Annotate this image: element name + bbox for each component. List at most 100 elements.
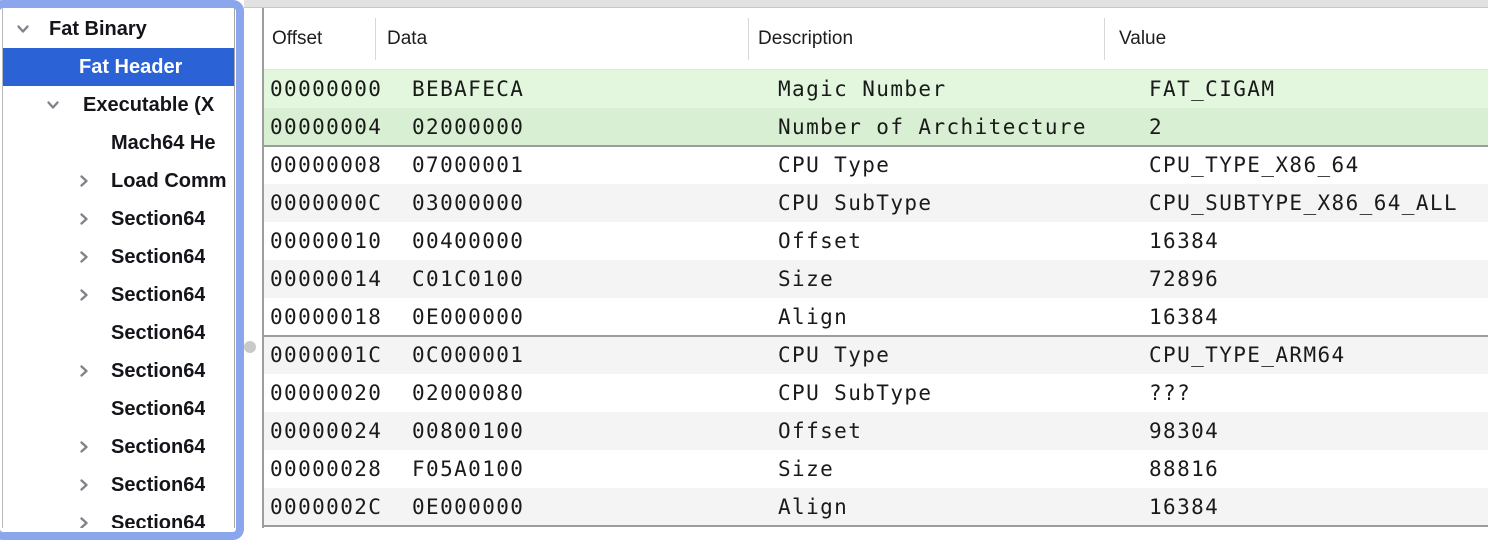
cell-data: BEBAFECA bbox=[383, 77, 768, 101]
cell-offset: 00000020 bbox=[264, 381, 383, 405]
cell-description: CPU SubType bbox=[768, 381, 1134, 405]
cell-value: 16384 bbox=[1134, 495, 1488, 519]
tree-item-label: Section64 bbox=[111, 284, 205, 307]
cell-value: 2 bbox=[1134, 115, 1488, 139]
cell-value: ??? bbox=[1134, 381, 1488, 405]
cell-offset: 00000010 bbox=[264, 229, 383, 253]
chevron-right-icon[interactable] bbox=[76, 249, 92, 265]
table-row[interactable]: 0000000402000000Number of Architecture2 bbox=[264, 108, 1488, 146]
table-row[interactable]: 00000028F05A0100Size88816 bbox=[264, 450, 1488, 488]
chevron-right-icon[interactable] bbox=[76, 477, 92, 493]
chevron-right-icon[interactable] bbox=[76, 173, 92, 189]
tree-item-fat-binary[interactable]: Fat Binary bbox=[3, 10, 234, 48]
cell-value: CPU_TYPE_ARM64 bbox=[1134, 343, 1488, 367]
cell-data: 02000080 bbox=[383, 381, 768, 405]
outline-tree: Fat Binary Fat Header Executable (X Mach64 … bbox=[3, 8, 234, 528]
table-row[interactable]: 0000002C0E000000Align16384 bbox=[264, 488, 1488, 526]
tree-item-mach64-he[interactable]: Mach64 He bbox=[3, 124, 234, 162]
cell-offset: 0000002C bbox=[264, 495, 383, 519]
tree-item-label: Section64 bbox=[111, 398, 205, 421]
table-top-strip bbox=[244, 0, 1488, 8]
table-row[interactable]: 00000000BEBAFECAMagic NumberFAT_CIGAM bbox=[264, 70, 1488, 108]
cell-value: 72896 bbox=[1134, 267, 1488, 291]
tree-item-label: Load Comm bbox=[111, 170, 227, 193]
column-header-description[interactable]: Description bbox=[748, 8, 1104, 69]
chevron-right-icon[interactable] bbox=[76, 287, 92, 303]
group-separator bbox=[264, 145, 1488, 147]
tree-item-label: Section64 bbox=[111, 208, 205, 231]
tree-item-label: Section64 bbox=[111, 436, 205, 459]
tree-item-label: Fat Header bbox=[79, 56, 182, 79]
cell-offset: 00000028 bbox=[264, 457, 383, 481]
tree-item-label: Executable (X bbox=[83, 94, 214, 117]
tree-item-section64[interactable]: Section64 bbox=[3, 504, 234, 528]
cell-data: 0C000001 bbox=[383, 343, 768, 367]
cell-description: CPU Type bbox=[768, 153, 1134, 177]
table-body: 00000000BEBAFECAMagic NumberFAT_CIGAM000… bbox=[264, 70, 1488, 527]
chevron-right-icon[interactable] bbox=[76, 363, 92, 379]
chevron-down-icon[interactable] bbox=[15, 21, 31, 37]
chevron-right-icon[interactable] bbox=[76, 515, 92, 528]
cell-offset: 00000008 bbox=[264, 153, 383, 177]
outline-sidebar: Fat Binary Fat Header Executable (X Mach64 … bbox=[2, 8, 235, 528]
tree-item-section64[interactable]: Section64 bbox=[3, 238, 234, 276]
table-row[interactable]: 0000000807000001CPU TypeCPU_TYPE_X86_64 bbox=[264, 146, 1488, 184]
cell-description: Size bbox=[768, 267, 1134, 291]
cell-data: 0E000000 bbox=[383, 305, 768, 329]
table-row[interactable]: 0000002400800100Offset98304 bbox=[264, 412, 1488, 450]
column-header-value[interactable]: Value bbox=[1104, 8, 1488, 69]
tree-item-section64[interactable]: Section64 bbox=[3, 352, 234, 390]
cell-offset: 00000018 bbox=[264, 305, 383, 329]
cell-data: 02000000 bbox=[383, 115, 768, 139]
tree-item-label: Section64 bbox=[111, 360, 205, 383]
cell-value: 88816 bbox=[1134, 457, 1488, 481]
tree-item-executable-x[interactable]: Executable (X bbox=[3, 86, 234, 124]
cell-data: C01C0100 bbox=[383, 267, 768, 291]
splitter-handle[interactable] bbox=[244, 341, 256, 353]
tree-item-load-comm[interactable]: Load Comm bbox=[3, 162, 234, 200]
table-row[interactable]: 000000180E000000Align16384 bbox=[264, 298, 1488, 336]
table-row[interactable]: 0000001C0C000001CPU TypeCPU_TYPE_ARM64 bbox=[264, 336, 1488, 374]
tree-item-section64[interactable]: Section64 bbox=[3, 200, 234, 238]
group-separator bbox=[264, 335, 1488, 337]
chevron-right-icon[interactable] bbox=[76, 211, 92, 227]
tree-item-section64[interactable]: Section64 bbox=[3, 314, 234, 352]
cell-description: Offset bbox=[768, 419, 1134, 443]
cell-value: FAT_CIGAM bbox=[1134, 77, 1488, 101]
chevron-right-icon[interactable] bbox=[76, 439, 92, 455]
table-row[interactable]: 0000002002000080CPU SubType??? bbox=[264, 374, 1488, 412]
tree-item-label: Section64 bbox=[111, 246, 205, 269]
cell-description: CPU Type bbox=[768, 343, 1134, 367]
cell-description: Offset bbox=[768, 229, 1134, 253]
cell-data: 03000000 bbox=[383, 191, 768, 215]
tree-item-section64[interactable]: Section64 bbox=[3, 428, 234, 466]
cell-description: Magic Number bbox=[768, 77, 1134, 101]
tree-item-fat-header[interactable]: Fat Header bbox=[3, 48, 234, 86]
cell-data: 0E000000 bbox=[383, 495, 768, 519]
cell-description: CPU SubType bbox=[768, 191, 1134, 215]
tree-item-section64[interactable]: Section64 bbox=[3, 276, 234, 314]
cell-value: 98304 bbox=[1134, 419, 1488, 443]
cell-description: Align bbox=[768, 305, 1134, 329]
cell-data: F05A0100 bbox=[383, 457, 768, 481]
cell-value: 16384 bbox=[1134, 229, 1488, 253]
cell-offset: 00000000 bbox=[264, 77, 383, 101]
cell-value: 16384 bbox=[1134, 305, 1488, 329]
column-header-offset[interactable]: Offset bbox=[264, 8, 375, 69]
cell-offset: 0000001C bbox=[264, 343, 383, 367]
tree-item-section64[interactable]: Section64 bbox=[3, 390, 234, 428]
table-row[interactable]: 00000014C01C0100Size72896 bbox=[264, 260, 1488, 298]
chevron-down-icon[interactable] bbox=[45, 97, 61, 113]
tree-item-section64[interactable]: Section64 bbox=[3, 466, 234, 504]
cell-offset: 00000014 bbox=[264, 267, 383, 291]
cell-offset: 0000000C bbox=[264, 191, 383, 215]
table-row[interactable]: 0000001000400000Offset16384 bbox=[264, 222, 1488, 260]
tree-item-label: Mach64 He bbox=[111, 132, 216, 155]
table-row[interactable]: 0000000C03000000CPU SubTypeCPU_SUBTYPE_X… bbox=[264, 184, 1488, 222]
tree-item-label: Fat Binary bbox=[49, 18, 147, 41]
cell-offset: 00000024 bbox=[264, 419, 383, 443]
structure-table: Offset Data Description Value 00000000BE… bbox=[262, 8, 1488, 528]
tree-item-label: Section64 bbox=[111, 512, 205, 529]
column-header-data[interactable]: Data bbox=[375, 8, 748, 69]
cell-data: 00400000 bbox=[383, 229, 768, 253]
